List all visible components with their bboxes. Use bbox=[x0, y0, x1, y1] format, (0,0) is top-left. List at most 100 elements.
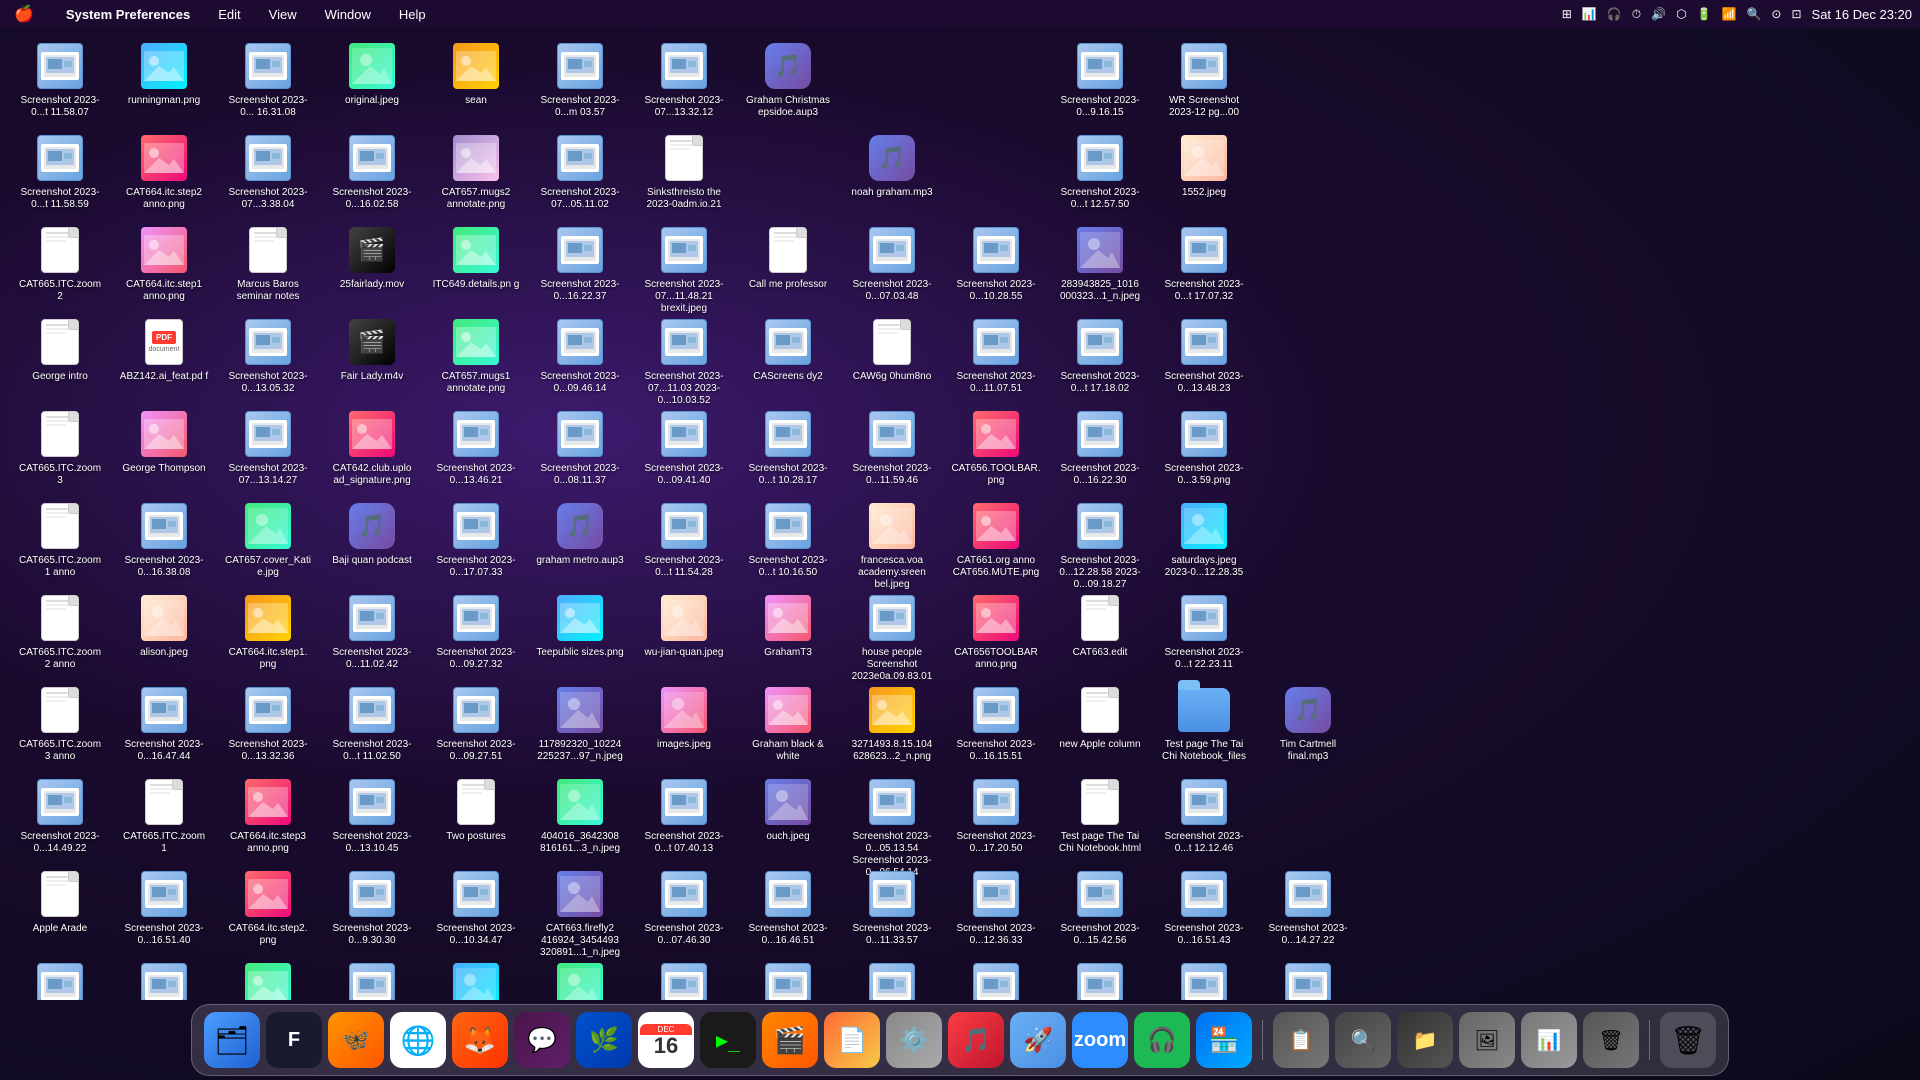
dock-terminal[interactable]: ▶_ bbox=[700, 1012, 756, 1068]
dock-recent-6[interactable]: 🗑 bbox=[1583, 1012, 1639, 1068]
desktop-icon-21[interactable]: CAT664.itc.step1 anno.png bbox=[114, 220, 214, 307]
desktop-icon-57[interactable]: Screenshot 2023-0...16.38.08 bbox=[114, 496, 214, 583]
dock-sourcetree[interactable]: 🌿 bbox=[576, 1012, 632, 1068]
desktop-icon-64[interactable]: francesca.voa academy.sreen bel.jpeg bbox=[842, 496, 942, 595]
desktop-icon-112[interactable]: Screenshot 2023-0...16.46.51 bbox=[738, 864, 838, 951]
menu-edit[interactable]: Edit bbox=[212, 5, 246, 24]
desktop-icon-116[interactable]: Screenshot 2023-0...16.51.43 bbox=[1154, 864, 1254, 951]
desktop-icon-5[interactable]: Screenshot 2023-0...m 03.57 bbox=[530, 36, 630, 123]
desktop-icon-35[interactable]: 🎬Fair Lady.m4v bbox=[322, 312, 422, 387]
desktop-icon-61[interactable]: 🎵graham metro.aup3 bbox=[530, 496, 630, 571]
desktop-icon-29[interactable]: Screenshot 2023-0...10.28.55 bbox=[946, 220, 1046, 307]
desktop-icon-2[interactable]: Screenshot 2023-0... 16.31.08 bbox=[218, 36, 318, 123]
desktop-icon-7[interactable]: 🎵Graham Christmas epsidoe.aup3 bbox=[738, 36, 838, 123]
desktop-icon-38[interactable]: Screenshot 2023-07...11.03 2023-0...10.0… bbox=[634, 312, 734, 411]
desktop-icon-31[interactable]: Screenshot 2023-0...t 17.07.32 bbox=[1154, 220, 1254, 307]
desktop-icon-32[interactable]: George intro bbox=[10, 312, 110, 387]
dock-pages[interactable]: 📄 bbox=[824, 1012, 880, 1068]
desktop-icon-66[interactable]: Screenshot 2023-0...12.28.58 2023-0...09… bbox=[1050, 496, 1150, 595]
desktop-icon-28[interactable]: Screenshot 2023-0...07.03.48 bbox=[842, 220, 942, 307]
desktop-icon-102[interactable]: Screenshot 2023-0...17.20.50 bbox=[946, 772, 1046, 859]
dock-spotify[interactable]: 🎧 bbox=[1134, 1012, 1190, 1068]
desktop-icon-17[interactable]: 🎵noah graham.mp3 bbox=[842, 128, 942, 203]
desktop-icon-25[interactable]: Screenshot 2023-0...16.22.37 bbox=[530, 220, 630, 307]
menubar-icon-notif[interactable]: ⊙ bbox=[1771, 7, 1781, 21]
desktop-icon-9[interactable]: WR Screenshot 2023-12 pg...00 bbox=[1154, 36, 1254, 123]
desktop-icon-41[interactable]: Screenshot 2023-0...11.07.51 bbox=[946, 312, 1046, 399]
menu-view[interactable]: View bbox=[263, 5, 303, 24]
desktop-icon-62[interactable]: Screenshot 2023-0...t 11.54.28 bbox=[634, 496, 734, 583]
desktop-icon-107[interactable]: CAT664.itc.step2. png bbox=[218, 864, 318, 951]
desktop-icon-6[interactable]: Screenshot 2023-07...13.32.12 bbox=[634, 36, 734, 123]
desktop-icon-104[interactable]: Screenshot 2023-0...t 12.12.46 bbox=[1154, 772, 1254, 859]
desktop-icon-14[interactable]: CAT657.mugs2 annotate.png bbox=[426, 128, 526, 215]
desktop-icon-120[interactable]: CAT664.itc.step3. png bbox=[218, 956, 318, 1000]
desktop-icon-74[interactable]: wu-jian-quan.jpeg bbox=[634, 588, 734, 663]
desktop-icon-127[interactable]: Screenshot 2023-0...16.58.24 bbox=[946, 956, 1046, 1000]
dock-calendar[interactable]: DEC 16 bbox=[638, 1012, 694, 1068]
desktop-icon-115[interactable]: Screenshot 2023-0...15.42.56 bbox=[1050, 864, 1150, 951]
menu-window[interactable]: Window bbox=[319, 5, 377, 24]
desktop-icon-109[interactable]: Screenshot 2023-0...10.34.47 bbox=[426, 864, 526, 951]
desktop-icon-128[interactable]: Screenshot 2023-0...10.28.10 bbox=[1050, 956, 1150, 1000]
menubar-icon-cast[interactable]: ⊡ bbox=[1791, 7, 1801, 21]
desktop-icon-111[interactable]: Screenshot 2023-0...07.46.30 bbox=[634, 864, 734, 951]
desktop-icon-65[interactable]: CAT661.org anno CAT656.MUTE.png bbox=[946, 496, 1046, 583]
desktop-icon-100[interactable]: ouch.jpeg bbox=[738, 772, 838, 847]
desktop-icon-24[interactable]: ITC649.details.pn g bbox=[426, 220, 526, 295]
desktop-icon-92[interactable]: 🎵Tim Cartmell final.mp3 bbox=[1258, 680, 1358, 767]
desktop-icon-51[interactable]: Screenshot 2023-0...t 10.28.17 bbox=[738, 404, 838, 491]
desktop-icon-59[interactable]: 🎵Baji quan podcast bbox=[322, 496, 422, 571]
desktop-icon-0[interactable]: Screenshot 2023-0...t 11.58.07 bbox=[10, 36, 110, 123]
desktop-icon-36[interactable]: CAT657.mugs1 annotate.png bbox=[426, 312, 526, 399]
desktop-icon-106[interactable]: Screenshot 2023-0...16.51.40 bbox=[114, 864, 214, 951]
desktop-icon-43[interactable]: Screenshot 2023-0...13.48.23 bbox=[1154, 312, 1254, 399]
desktop-icon-26[interactable]: Screenshot 2023-07...11.48.21 brexit.jpe… bbox=[634, 220, 734, 319]
desktop-icon-85[interactable]: 117892320_10224 225237...97_n.jpeg bbox=[530, 680, 630, 767]
desktop-icon-55[interactable]: Screenshot 2023-0...3.59.png bbox=[1154, 404, 1254, 491]
menu-help[interactable]: Help bbox=[393, 5, 432, 24]
desktop-icon-87[interactable]: Graham black & white bbox=[738, 680, 838, 767]
desktop-icon-39[interactable]: CAScreens dy2 bbox=[738, 312, 838, 387]
desktop-icon-73[interactable]: Teepublic sizes.png bbox=[530, 588, 630, 663]
desktop-icon-84[interactable]: Screenshot 2023-0...09.27.51 bbox=[426, 680, 526, 767]
desktop-icon-22[interactable]: Marcus Baros seminar notes bbox=[218, 220, 318, 307]
desktop-icon-1[interactable]: runningman.png bbox=[114, 36, 214, 111]
desktop-icon-79[interactable]: Screenshot 2023-0...t 22.23.11 bbox=[1154, 588, 1254, 675]
desktop-icon-89[interactable]: Screenshot 2023-0...16.15.51 bbox=[946, 680, 1046, 767]
dock-firefox[interactable]: 🦊 bbox=[452, 1012, 508, 1068]
dock-zoom[interactable]: zoom bbox=[1072, 1012, 1128, 1068]
desktop-icon-23[interactable]: 🎬25fairlady.mov bbox=[322, 220, 422, 295]
desktop-icon-49[interactable]: Screenshot 2023-0...08.11.37 bbox=[530, 404, 630, 491]
desktop-icon-94[interactable]: CAT665.ITC.zoom 1 bbox=[114, 772, 214, 859]
app-menu-title[interactable]: System Preferences bbox=[60, 5, 196, 24]
dock-recent-4[interactable]: 🖼 bbox=[1459, 1012, 1515, 1068]
desktop-icon-13[interactable]: Screenshot 2023-0...16.02.58 bbox=[322, 128, 422, 215]
desktop-icon-122[interactable]: frank.jpeg bbox=[426, 956, 526, 1000]
dock-launchpad[interactable]: 🚀 bbox=[1010, 1012, 1066, 1068]
desktop-icon-10[interactable]: Screenshot 2023-0...t 11.58.59 bbox=[10, 128, 110, 215]
desktop-icon-105[interactable]: Apple Arade bbox=[10, 864, 110, 939]
desktop-icon-121[interactable]: Screenshot 2023-0...14.21.25 bbox=[322, 956, 422, 1000]
dock-futurz[interactable]: F bbox=[266, 1012, 322, 1068]
desktop-icon-99[interactable]: Screenshot 2023-0...t 07.40.13 bbox=[634, 772, 734, 859]
desktop-icon-56[interactable]: CAT665.ITC.zoom 1 anno bbox=[10, 496, 110, 583]
desktop-icon-63[interactable]: Screenshot 2023-0...t 10.16.50 bbox=[738, 496, 838, 583]
desktop-icon-93[interactable]: Screenshot 2023-0...14.49.22 bbox=[10, 772, 110, 859]
desktop-icon-8[interactable]: Screenshot 2023-0...9.16.15 bbox=[1050, 36, 1150, 123]
desktop-icon-83[interactable]: Screenshot 2023-0...t 11.02.50 bbox=[322, 680, 422, 767]
desktop-icon-11[interactable]: CAT664.itc.step2 anno.png bbox=[114, 128, 214, 215]
desktop-icon-3[interactable]: original.jpeg bbox=[322, 36, 422, 111]
desktop-icon-114[interactable]: Screenshot 2023-0...12.36.33 bbox=[946, 864, 1046, 951]
dock-sysprefs[interactable]: ⚙️ bbox=[886, 1012, 942, 1068]
desktop-icon-27[interactable]: Call me professor bbox=[738, 220, 838, 295]
dock-trash[interactable]: 🗑 bbox=[1660, 1012, 1716, 1068]
menubar-icon-search[interactable]: 🔍 bbox=[1746, 7, 1761, 21]
desktop-icon-129[interactable]: Screenshot 2023-0...16.55.39 bbox=[1154, 956, 1254, 1000]
desktop-icon-98[interactable]: 404016_3642308 816161...3_n.jpeg bbox=[530, 772, 630, 859]
desktop-icon-60[interactable]: Screenshot 2023-0...17.07.33 bbox=[426, 496, 526, 583]
desktop-icon-12[interactable]: Screenshot 2023-07...3.38.04 bbox=[218, 128, 318, 215]
desktop-icon-30[interactable]: 283943825_1016 000323...1_n.jpeg bbox=[1050, 220, 1150, 307]
dock-recent-3[interactable]: 📁 bbox=[1397, 1012, 1453, 1068]
desktop-icon-95[interactable]: CAT664.itc.step3 anno.png bbox=[218, 772, 318, 859]
